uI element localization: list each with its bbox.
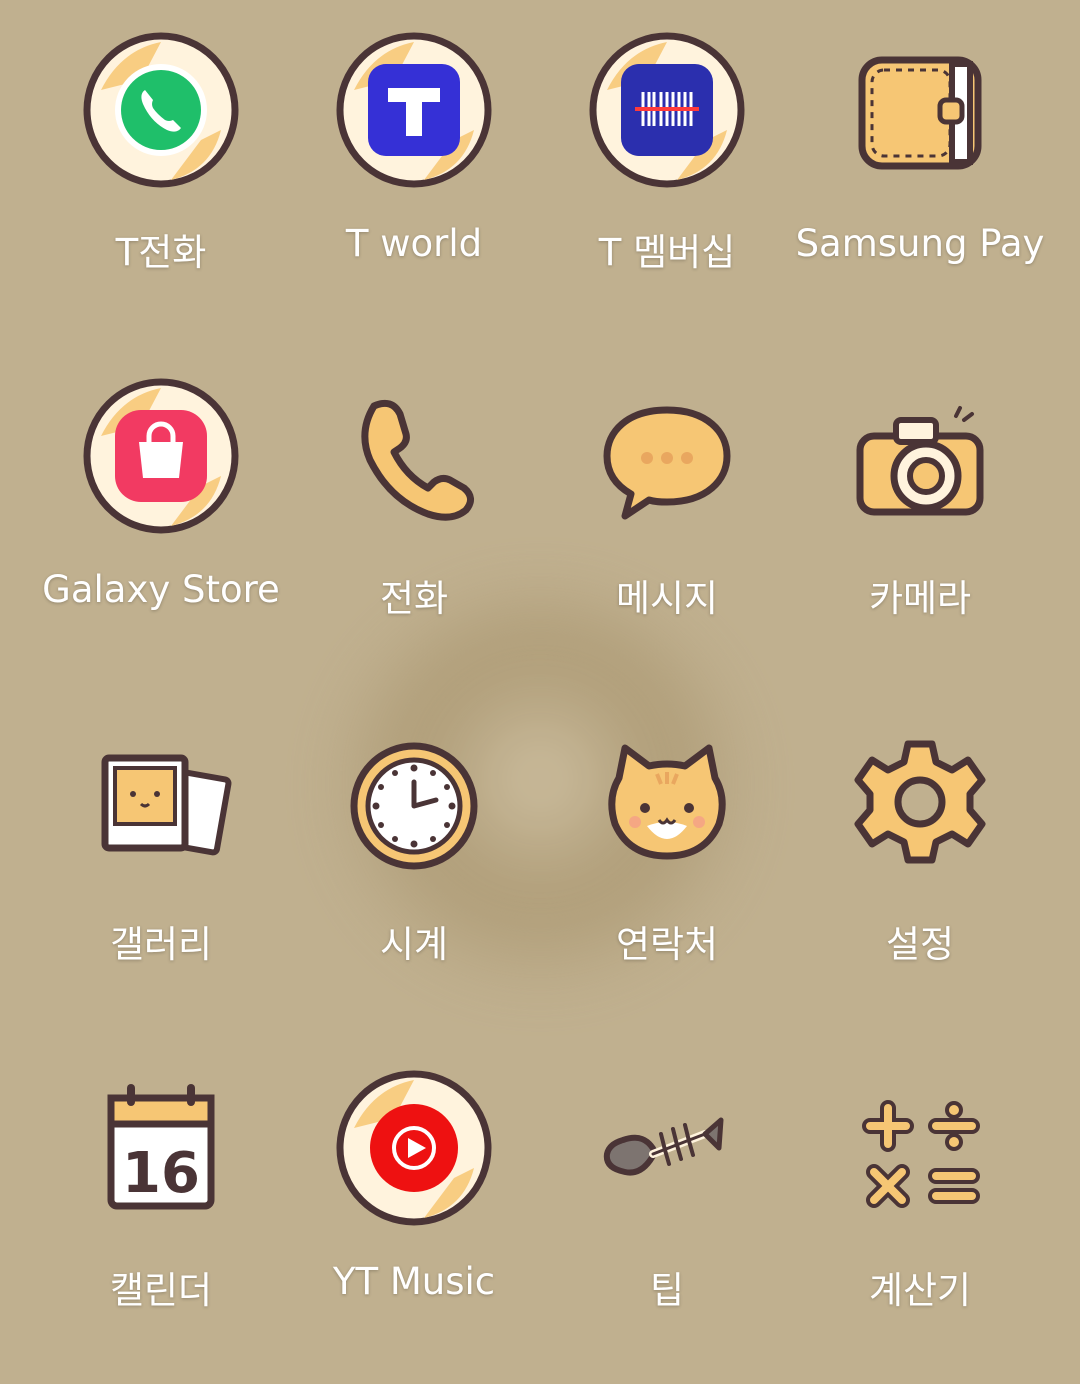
barcode-icon bbox=[589, 30, 745, 190]
app-t-membership[interactable]: T 멤버십 bbox=[532, 0, 802, 346]
app-label: Galaxy Store bbox=[42, 568, 280, 611]
app-clock[interactable]: 시계 bbox=[279, 692, 549, 1038]
app-label: T전화 bbox=[115, 231, 207, 274]
app-label: YT Music bbox=[332, 1260, 496, 1303]
app-t-phone[interactable]: T전화 bbox=[26, 0, 296, 346]
calendar-day: 16 bbox=[122, 1141, 200, 1206]
t-phone-icon bbox=[83, 30, 239, 190]
calculator-icon bbox=[855, 1068, 985, 1228]
clock-icon bbox=[349, 722, 479, 882]
app-galaxy-store[interactable]: Galaxy Store bbox=[26, 346, 296, 692]
app-label: 카메라 bbox=[868, 577, 972, 620]
app-contacts[interactable]: 연락처 bbox=[532, 692, 802, 1038]
app-messages[interactable]: 메시지 bbox=[532, 346, 802, 692]
app-t-world[interactable]: T world bbox=[279, 0, 549, 346]
photos-icon bbox=[96, 722, 232, 882]
app-yt-music[interactable]: YT Music bbox=[279, 1038, 549, 1384]
app-label: Samsung Pay bbox=[795, 222, 1045, 265]
t-world-icon bbox=[336, 30, 492, 190]
app-label: 연락처 bbox=[615, 923, 719, 966]
app-label: 설정 bbox=[885, 923, 955, 966]
app-label: 메시지 bbox=[615, 577, 719, 620]
app-gallery[interactable]: 갤러리 bbox=[26, 692, 296, 1038]
app-calculator[interactable]: 계산기 bbox=[785, 1038, 1055, 1384]
fish-bone-icon bbox=[602, 1068, 732, 1228]
app-label: 전화 bbox=[379, 577, 449, 620]
app-calendar[interactable]: 16 캘린더 bbox=[26, 1038, 296, 1384]
app-label: T 멤버십 bbox=[598, 231, 736, 274]
app-samsung-pay[interactable]: Samsung Pay bbox=[785, 0, 1055, 346]
camera-icon bbox=[855, 376, 985, 536]
app-label: 갤러리 bbox=[109, 923, 213, 966]
app-label: T world bbox=[345, 222, 483, 265]
speech-bubble-icon bbox=[602, 376, 732, 536]
app-settings[interactable]: 설정 bbox=[785, 692, 1055, 1038]
app-label: 팁 bbox=[649, 1269, 685, 1312]
cat-face-icon bbox=[602, 722, 732, 882]
play-icon bbox=[336, 1068, 492, 1228]
app-label: 계산기 bbox=[868, 1269, 972, 1312]
app-label: 캘린더 bbox=[109, 1269, 213, 1312]
gear-icon bbox=[854, 722, 986, 882]
calendar-icon: 16 bbox=[96, 1068, 226, 1228]
app-camera[interactable]: 카메라 bbox=[785, 346, 1055, 692]
shopping-bag-icon bbox=[83, 376, 239, 536]
phone-handset-icon bbox=[349, 376, 479, 536]
app-phone[interactable]: 전화 bbox=[279, 346, 549, 692]
wallet-icon bbox=[855, 30, 985, 190]
app-label: 시계 bbox=[379, 923, 449, 966]
app-tips[interactable]: 팁 bbox=[532, 1038, 802, 1384]
